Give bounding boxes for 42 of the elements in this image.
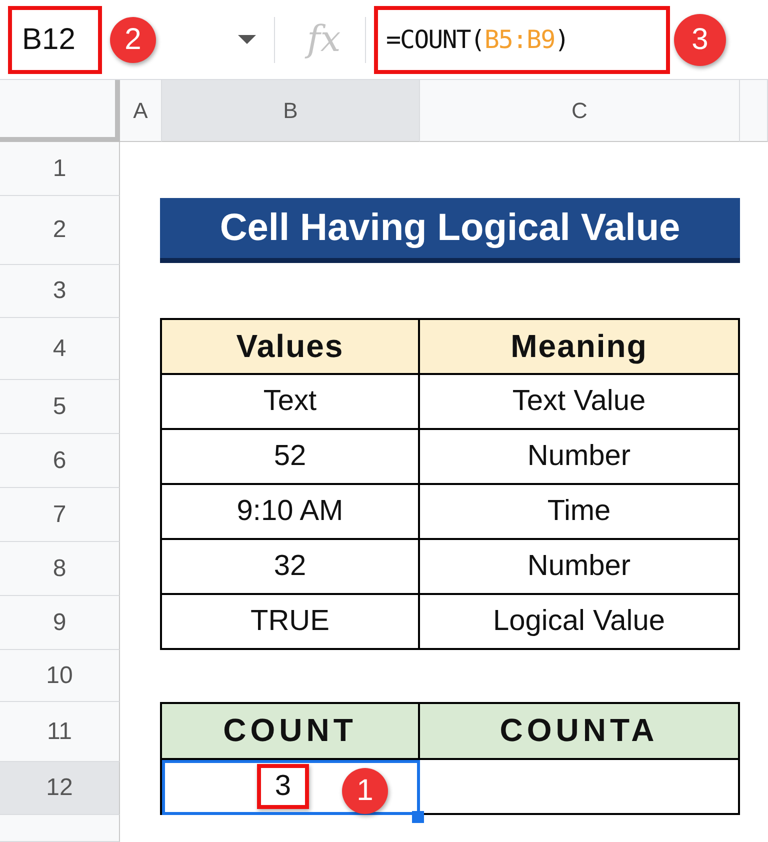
row-header[interactable]: 11 [0,702,120,762]
row-header[interactable]: 8 [0,542,120,596]
table-cell: 52 [162,430,420,485]
column-header[interactable]: A [120,80,162,142]
row-header[interactable]: 1 [0,142,120,196]
caret-icon[interactable] [238,34,256,44]
step-badge: 2 [110,16,156,62]
formula-field[interactable]: =COUNT(B5:B9) [374,6,670,74]
table-cell: Time [420,485,740,540]
row-header[interactable]: 7 [0,488,120,542]
table-cell: TRUE [162,595,420,650]
row-header[interactable]: 9 [0,596,120,650]
name-box-field[interactable]: B12 [8,6,102,74]
row-header[interactable]: 12 [0,762,120,815]
step-badge: 3 [674,14,726,66]
table-header-cell: COUNTA [420,704,740,760]
result-value: 3 [256,764,310,809]
table-cell: 9:10 AM [162,485,420,540]
select-all-corner[interactable] [0,80,120,142]
row-header[interactable]: 6 [0,434,120,488]
row-header[interactable]: 2 [0,196,120,265]
table-cell: Text Value [420,375,740,430]
row-header[interactable]: 3 [0,265,120,318]
row-header[interactable]: 5 [0,380,120,434]
table-cell: 32 [162,540,420,595]
row-header[interactable] [0,815,120,842]
table-cell: Number [420,430,740,485]
title-banner: Cell Having Logical Value [160,198,740,263]
column-header[interactable] [740,80,768,142]
column-header[interactable]: C [420,80,740,142]
table-header-cell: Meaning [420,320,740,375]
row-header[interactable]: 10 [0,650,120,702]
table-header-cell: COUNT [162,704,420,760]
row-header[interactable]: 4 [0,318,120,380]
table-cell: Text [162,375,420,430]
table-cell: Number [420,540,740,595]
fill-handle[interactable] [412,811,424,823]
table-cell: Logical Value [420,595,740,650]
step-badge: 1 [342,768,388,814]
table-header-cell: Values [162,320,420,375]
column-header[interactable]: B [162,80,420,142]
function-label: fx [307,19,347,60]
